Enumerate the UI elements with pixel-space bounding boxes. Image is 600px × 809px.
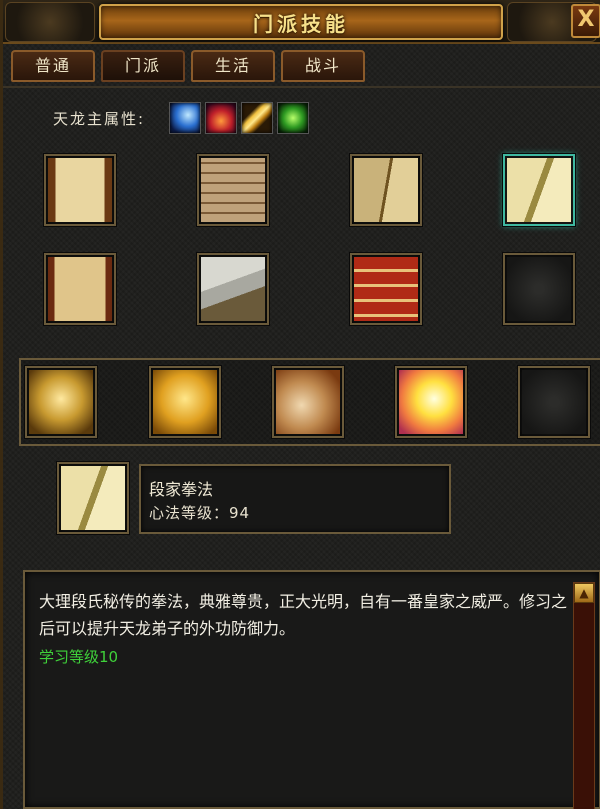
golden-fist-icon xyxy=(153,370,217,434)
main-attribute-label: 天龙主属性: xyxy=(53,110,146,128)
green-book-icon xyxy=(61,466,125,530)
selected-manual-name: 段家拳法 xyxy=(149,480,214,499)
golden-armor-icon xyxy=(29,370,93,434)
manual-slot-4[interactable] xyxy=(503,154,575,226)
learn-level-requirement: 学习等级10 xyxy=(39,648,119,666)
open-book-icon xyxy=(354,158,418,222)
empty-slot-icon xyxy=(522,370,586,434)
manual-slot-8[interactable] xyxy=(503,253,575,325)
scroll-up-icon[interactable]: ▲ xyxy=(574,583,594,603)
poison-attribute-icon[interactable] xyxy=(277,102,309,134)
red-books-icon xyxy=(354,257,418,321)
description-scrollbar[interactable]: ▲ xyxy=(573,582,595,809)
ice-attribute-icon[interactable] xyxy=(169,102,201,134)
manual-slot-5[interactable] xyxy=(44,253,116,325)
tab-life[interactable]: 生活 xyxy=(191,50,275,82)
selected-manual-level: 心法等级：94 xyxy=(149,504,251,522)
description-box: 大理段氏秘传的拳法，典雅尊贵，正大光明，自有一番皇家之威严。修习之后可以提升天龙… xyxy=(23,570,600,809)
tab-combat[interactable]: 战斗 xyxy=(281,50,365,82)
window-title: 门派技能 xyxy=(253,11,349,36)
manual-slot-1[interactable] xyxy=(44,154,116,226)
manual-slot-2[interactable] xyxy=(197,154,269,226)
tab-normal[interactable]: 普通 xyxy=(11,50,95,82)
tab-bar: 普通 门派 生活 战斗 xyxy=(11,50,365,82)
manual-slot-6[interactable] xyxy=(197,253,269,325)
manual-slot-7[interactable] xyxy=(350,253,422,325)
green-book-icon xyxy=(507,158,571,222)
skill-slot-5[interactable] xyxy=(518,366,590,438)
fire-attribute-icon[interactable] xyxy=(205,102,237,134)
lightning-attribute-icon[interactable] xyxy=(241,102,273,134)
skill-slot-1[interactable] xyxy=(25,366,97,438)
manual-slot-3[interactable] xyxy=(350,154,422,226)
selected-detail-box: 段家拳法 心法等级：94 xyxy=(139,464,451,534)
tab-sect[interactable]: 门派 xyxy=(101,50,185,82)
sun-burst-icon xyxy=(399,370,463,434)
palm-icon xyxy=(276,370,340,434)
skill-slot-4[interactable] xyxy=(395,366,467,438)
skill-slot-3[interactable] xyxy=(272,366,344,438)
close-button[interactable]: X xyxy=(571,4,600,38)
scroll-bundle-icon xyxy=(201,158,265,222)
description-text: 大理段氏秘传的拳法，典雅尊贵，正大光明，自有一番皇家之威严。修习之后可以提升天龙… xyxy=(39,592,568,638)
selected-manual-icon-slot xyxy=(57,462,129,534)
manual-book-icon xyxy=(201,257,265,321)
figure-scroll-icon xyxy=(48,257,112,321)
skill-slot-2[interactable] xyxy=(149,366,221,438)
left-ornament xyxy=(5,2,95,42)
skill-panel: 门派技能 X 普通 门派 生活 战斗 天龙主属性: 段家拳法 心法等级：94 大… xyxy=(0,0,600,809)
tab-divider xyxy=(3,86,600,88)
empty-slot-icon xyxy=(507,257,571,321)
title-bar: 门派技能 X xyxy=(3,0,600,44)
title-plate: 门派技能 xyxy=(99,4,503,40)
attribute-icons xyxy=(169,102,309,134)
scroll-open-icon xyxy=(48,158,112,222)
